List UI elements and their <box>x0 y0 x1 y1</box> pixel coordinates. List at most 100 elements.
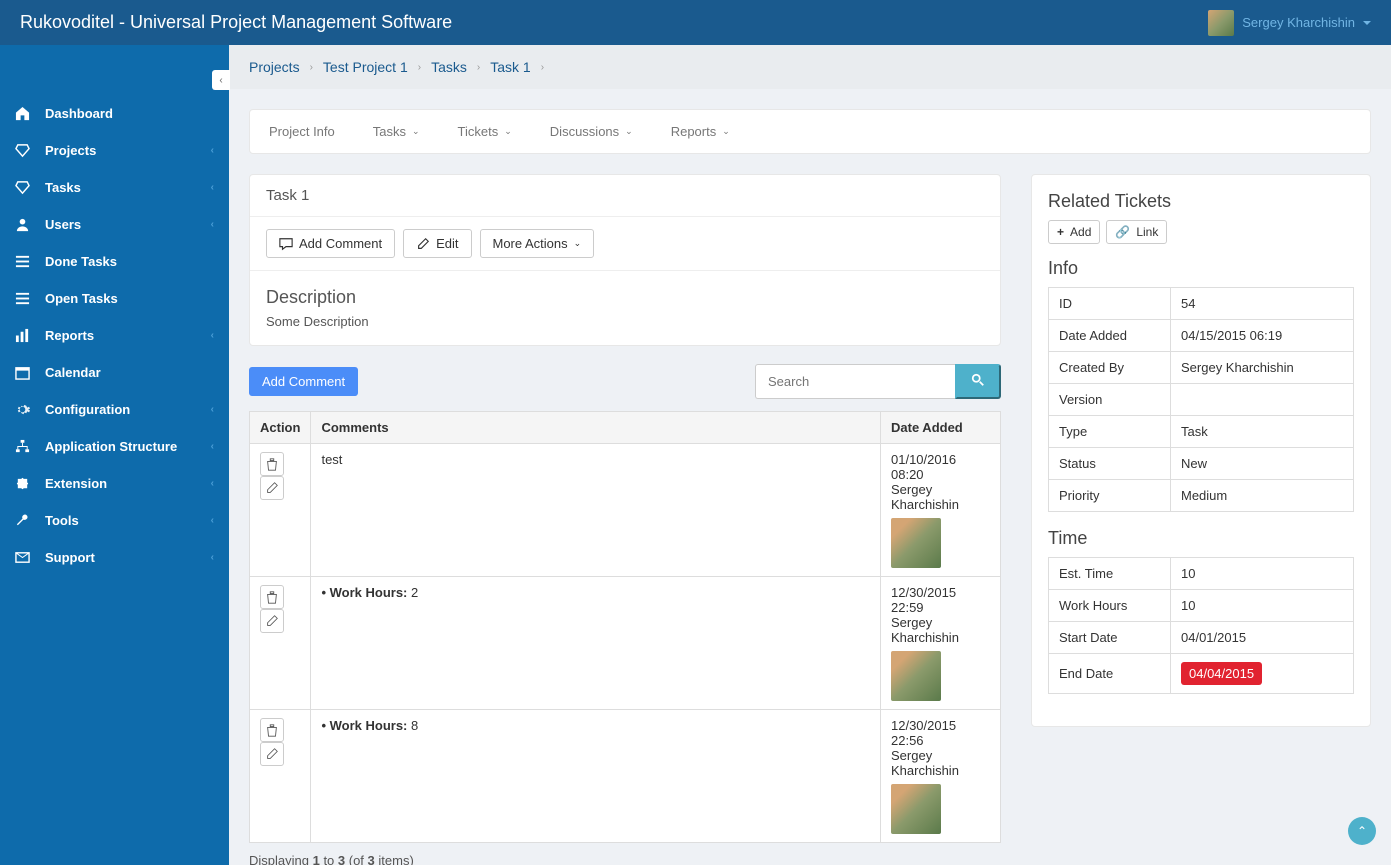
date-cell: 01/10/2016 08:20Sergey Kharchishin <box>881 444 1001 577</box>
chevron-left-icon: ‹ <box>211 182 214 193</box>
date-cell: 12/30/2015 22:59Sergey Kharchishin <box>881 577 1001 710</box>
chevron-left-icon: ‹ <box>211 441 214 452</box>
table-row: ID54 <box>1049 288 1354 320</box>
sidebar-collapse-button[interactable]: ‹ <box>212 70 230 90</box>
tab-project-info[interactable]: Project Info <box>265 110 339 153</box>
add-comment-button[interactable]: Add Comment <box>266 229 395 258</box>
search-icon <box>971 373 985 387</box>
scroll-top-button[interactable]: ⌃ <box>1348 817 1376 845</box>
chevron-left-icon: ‹ <box>211 330 214 341</box>
sidebar-item-users[interactable]: Users‹ <box>0 206 229 243</box>
table-row: Work Hours10 <box>1049 590 1354 622</box>
edit-button[interactable] <box>260 609 284 633</box>
sidebar-item-projects[interactable]: Projects‹ <box>0 132 229 169</box>
sidebar-item-extension[interactable]: Extension‹ <box>0 465 229 502</box>
chevron-down-icon: ⌄ <box>625 126 633 137</box>
related-title: Related Tickets <box>1048 191 1354 212</box>
sidebar-item-app-structure[interactable]: Application Structure‹ <box>0 428 229 465</box>
sidebar-item-support[interactable]: Support‹ <box>0 539 229 576</box>
pager: Displaying 1 to 3 (of 3 items) <box>249 853 1001 865</box>
chevron-right-icon: › <box>310 62 313 73</box>
delete-button[interactable] <box>260 585 284 609</box>
chevron-left-icon: ‹ <box>211 145 214 156</box>
table-row: test 01/10/2016 08:20Sergey Kharchishin <box>250 444 1001 577</box>
sidebar-item-done-tasks[interactable]: Done Tasks <box>0 243 229 280</box>
sidebar-item-reports[interactable]: Reports‹ <box>0 317 229 354</box>
info-value: Task <box>1171 416 1354 448</box>
task-actions: Add Comment Edit More Actions⌄ <box>250 217 1000 271</box>
list-icon <box>15 291 37 306</box>
comment-cell: test <box>311 444 881 577</box>
user-icon <box>15 217 37 232</box>
avatar <box>891 518 941 568</box>
avatar <box>891 651 941 701</box>
info-key: Priority <box>1049 480 1171 512</box>
delete-button[interactable] <box>260 452 284 476</box>
info-value: Sergey Kharchishin <box>1171 352 1354 384</box>
diamond-icon <box>15 143 37 158</box>
sidebar: ‹ Dashboard Projects‹ Tasks‹ Users‹ Done… <box>0 45 229 865</box>
breadcrumb-link[interactable]: Task 1 <box>490 59 530 75</box>
chevron-down-icon: ⌄ <box>504 126 512 137</box>
edit-button[interactable]: Edit <box>403 229 471 258</box>
chevron-left-icon: ‹ <box>211 515 214 526</box>
chevron-right-icon: › <box>541 62 544 73</box>
more-actions-button[interactable]: More Actions⌄ <box>480 229 595 258</box>
table-row: PriorityMedium <box>1049 480 1354 512</box>
search-button[interactable] <box>955 364 1001 399</box>
time-value: 10 <box>1171 590 1354 622</box>
user-menu[interactable]: Sergey Kharchishin <box>1208 10 1371 36</box>
chevron-right-icon: › <box>418 62 421 73</box>
chevron-left-icon: ‹ <box>211 404 214 415</box>
related-link-button[interactable]: 🔗 Link <box>1106 220 1167 244</box>
sidebar-item-configuration[interactable]: Configuration‹ <box>0 391 229 428</box>
info-value: New <box>1171 448 1354 480</box>
sidebar-item-calendar[interactable]: Calendar <box>0 354 229 391</box>
description-heading: Description <box>266 287 984 308</box>
chevron-down-icon: ⌄ <box>722 126 730 137</box>
time-value: 04/01/2015 <box>1171 622 1354 654</box>
info-key: Date Added <box>1049 320 1171 352</box>
sidebar-item-tasks[interactable]: Tasks‹ <box>0 169 229 206</box>
tab-tasks[interactable]: Tasks⌄ <box>369 110 424 153</box>
info-key: Version <box>1049 384 1171 416</box>
edit-button[interactable] <box>260 742 284 766</box>
search-form <box>755 364 1001 399</box>
related-add-button[interactable]: + Add <box>1048 220 1100 244</box>
chevron-up-icon: ⌃ <box>1357 824 1367 838</box>
breadcrumb-link[interactable]: Tasks <box>431 59 467 75</box>
wrench-icon <box>15 513 37 528</box>
gear-icon <box>15 402 37 417</box>
sidebar-item-dashboard[interactable]: Dashboard <box>0 95 229 132</box>
sidebar-item-open-tasks[interactable]: Open Tasks <box>0 280 229 317</box>
envelope-icon <box>15 550 37 565</box>
breadcrumb-link[interactable]: Test Project 1 <box>323 59 408 75</box>
info-table: ID54Date Added04/15/2015 06:19Created By… <box>1048 287 1354 512</box>
tab-reports[interactable]: Reports⌄ <box>667 110 734 153</box>
chevron-left-icon: ‹ <box>211 552 214 563</box>
header: Rukovoditel - Universal Project Manageme… <box>0 0 1391 45</box>
tab-tickets[interactable]: Tickets⌄ <box>454 110 516 153</box>
info-value <box>1171 384 1354 416</box>
breadcrumb-link[interactable]: Projects <box>249 59 300 75</box>
link-icon: 🔗 <box>1115 225 1130 239</box>
time-title: Time <box>1048 528 1354 549</box>
comments-table: Action Comments Date Added test 01/10/20… <box>249 411 1001 843</box>
description-text: Some Description <box>266 314 984 329</box>
info-key: ID <box>1049 288 1171 320</box>
time-key: Work Hours <box>1049 590 1171 622</box>
sidebar-item-tools[interactable]: Tools‹ <box>0 502 229 539</box>
time-value: 04/04/2015 <box>1171 654 1354 694</box>
edit-button[interactable] <box>260 476 284 500</box>
time-value: 10 <box>1171 558 1354 590</box>
info-key: Type <box>1049 416 1171 448</box>
table-row: • Work Hours: 2 12/30/2015 22:59Sergey K… <box>250 577 1001 710</box>
add-comment-primary-button[interactable]: Add Comment <box>249 367 358 396</box>
comment-icon <box>279 237 293 251</box>
col-comments: Comments <box>311 412 881 444</box>
breadcrumb: Projects› Test Project 1› Tasks› Task 1› <box>229 45 1391 89</box>
tab-discussions[interactable]: Discussions⌄ <box>546 110 637 153</box>
table-row: Start Date04/01/2015 <box>1049 622 1354 654</box>
delete-button[interactable] <box>260 718 284 742</box>
search-input[interactable] <box>755 364 955 399</box>
